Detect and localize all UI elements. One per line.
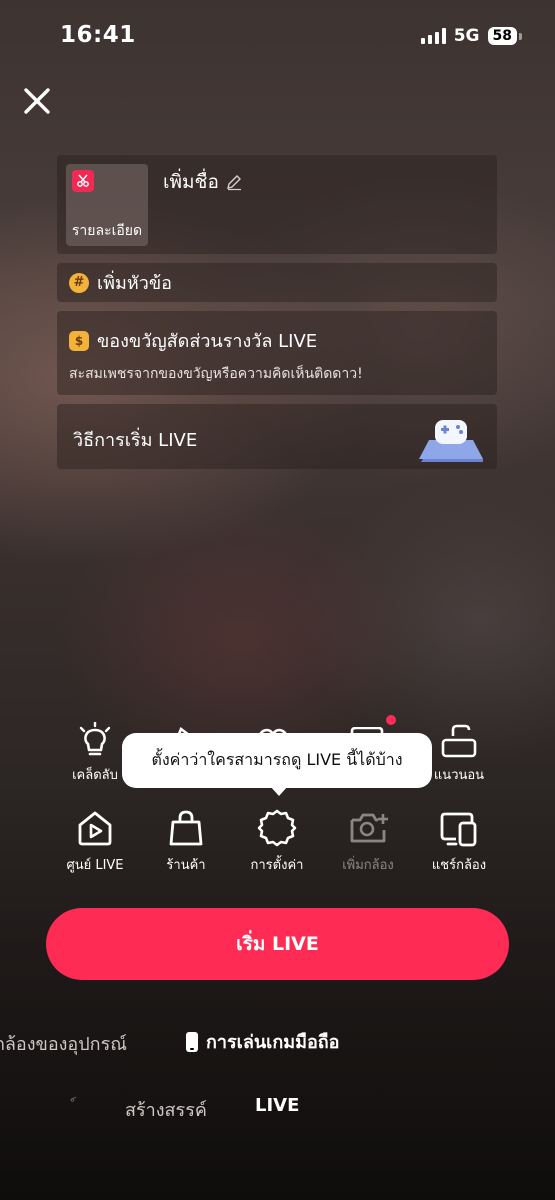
settings-button[interactable]: การตั้งค่า xyxy=(232,808,322,875)
settings-tooltip: ตั้งค่าว่าใครสามารถดู LIVE นี้ได้บ้าง xyxy=(122,733,432,788)
share-camera-label: แชร์กล้อง xyxy=(431,858,487,873)
gift-subtitle: สะสมเพชรจากของขวัญหรือความคิดเห็นติดดาว! xyxy=(69,366,363,382)
live-center-button[interactable]: ศูนย์ LIVE xyxy=(50,808,140,875)
shop-button[interactable]: ร้านค้า xyxy=(141,808,231,875)
tooltip-arrow xyxy=(270,786,288,796)
how-to-start-live-card[interactable]: วิธีการเริ่ม LIVE xyxy=(57,404,497,469)
live-center-label: ศูนย์ LIVE xyxy=(66,858,124,873)
lightbulb-icon xyxy=(79,722,111,756)
close-icon xyxy=(24,88,50,114)
phone-icon xyxy=(186,1031,198,1052)
add-name-label: เพิ่มชื่อ xyxy=(163,171,219,193)
how-to-label: วิธีการเริ่ม LIVE xyxy=(73,430,198,451)
status-indicators: 5G 58 xyxy=(420,26,523,46)
hashtag-icon: # xyxy=(69,272,89,293)
close-button[interactable] xyxy=(20,84,54,118)
mobile-gaming-label: การเล่นเกมมือถือ xyxy=(206,1032,340,1053)
mode-device-camera[interactable]: กล้องของอุปกรณ์ xyxy=(0,1029,127,1058)
mode-mobile-gaming[interactable]: การเล่นเกมมือถือ xyxy=(186,1027,339,1056)
add-name-field[interactable]: เพิ่มชื่อ xyxy=(163,167,243,197)
live-title-card: รายละเอียด เพิ่มชื่อ xyxy=(57,155,497,254)
shopping-bag-icon xyxy=(169,810,203,846)
status-time: 16:41 xyxy=(60,22,136,48)
coin-icon: $ xyxy=(69,330,89,351)
game-controller-illustration xyxy=(419,420,483,462)
gift-title: ของขวัญสัดส่วนรางวัล LIVE xyxy=(97,331,318,352)
signal-icon xyxy=(420,28,446,44)
tab-create[interactable]: สร้างสรรค์ xyxy=(125,1095,207,1124)
share-camera-icon xyxy=(440,812,477,847)
tooltip-text: ตั้งค่าว่าใครสามารถดู LIVE นี้ได้บ้าง xyxy=(151,750,403,769)
share-camera-button[interactable]: แชร์กล้อง xyxy=(414,808,504,875)
tab-live[interactable]: LIVE xyxy=(255,1095,299,1116)
live-gift-rewards-card[interactable]: $ ของขวัญสัดส่วนรางวัล LIVE สะสมเพชรจากข… xyxy=(57,311,497,395)
start-live-label: เริ่ม LIVE xyxy=(236,933,319,955)
notification-dot xyxy=(386,715,396,725)
cover-thumbnail[interactable]: รายละเอียด xyxy=(66,164,148,246)
add-topic-label: เพิ่มหัวข้อ xyxy=(97,273,172,294)
start-live-button[interactable]: เริ่ม LIVE xyxy=(46,908,509,980)
add-camera-label: เพิ่มกล้อง xyxy=(342,858,394,873)
settings-label: การตั้งค่า xyxy=(250,858,304,873)
thumbnail-label: รายละเอียด xyxy=(71,223,143,239)
add-camera-button[interactable]: เพิ่มกล้อง xyxy=(323,808,413,875)
shop-label: ร้านค้า xyxy=(166,858,206,873)
pencil-icon xyxy=(226,175,241,191)
landscape-icon xyxy=(441,724,477,758)
live-center-icon xyxy=(78,811,112,846)
gear-icon xyxy=(257,809,297,847)
add-camera-icon xyxy=(350,813,388,843)
network-type: 5G xyxy=(453,26,480,46)
edit-cover-icon xyxy=(72,170,94,192)
add-topic-card[interactable]: # เพิ่มหัวข้อ xyxy=(57,263,497,302)
battery-indicator: 58 xyxy=(487,27,523,45)
